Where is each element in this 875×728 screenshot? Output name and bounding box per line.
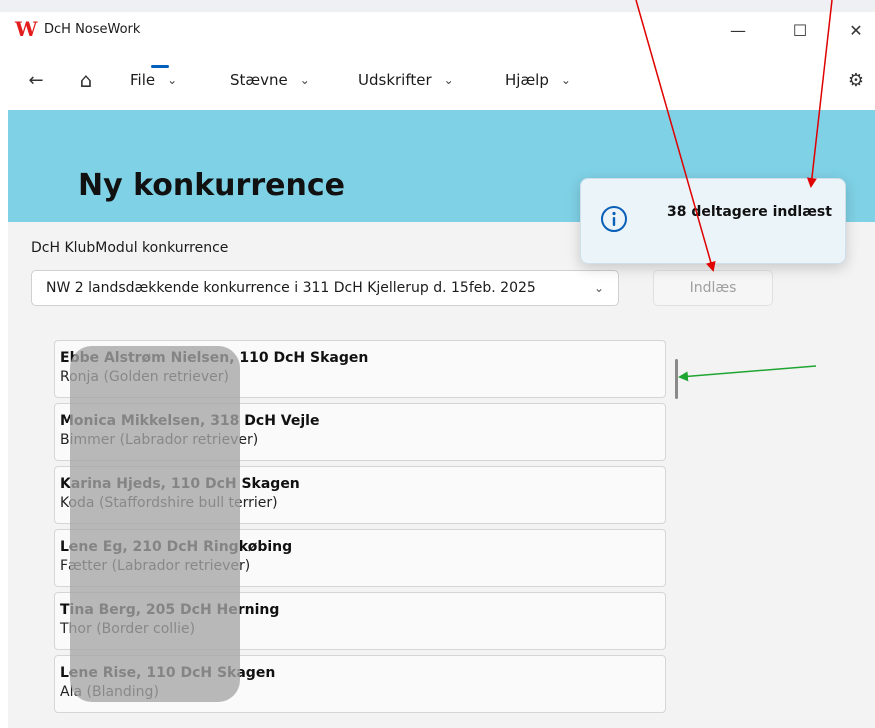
app-logo: W xyxy=(15,17,38,41)
competition-select[interactable]: NW 2 landsdækkende konkurrence i 311 DcH… xyxy=(31,270,619,306)
minimize-icon: — xyxy=(730,20,746,40)
menu-staevne[interactable]: Stævne ⌄ xyxy=(230,66,310,94)
load-button[interactable]: Indlæs xyxy=(653,270,773,306)
back-arrow-icon: ← xyxy=(28,69,44,91)
chevron-down-icon: ⌄ xyxy=(593,281,604,295)
chevron-down-icon: ⌄ xyxy=(167,73,178,87)
grey-overlay xyxy=(70,346,240,702)
info-icon xyxy=(601,206,627,232)
title-bar: W DcH NoseWork — ☐ ✕ xyxy=(8,12,875,48)
toast-message: 38 deltagere indlæst xyxy=(667,204,832,220)
app-window: W DcH NoseWork — ☐ ✕ ← ⌂ File ⌄ Stævne ⌄… xyxy=(8,12,875,728)
maximize-icon: ☐ xyxy=(792,20,808,40)
settings-button[interactable]: ⚙ xyxy=(842,66,870,94)
minimize-button[interactable]: — xyxy=(715,12,761,48)
home-icon: ⌂ xyxy=(79,68,93,92)
maximize-button[interactable]: ☐ xyxy=(777,12,823,48)
menu-udskrifter[interactable]: Udskrifter ⌄ xyxy=(358,66,454,94)
menu-file[interactable]: File ⌄ xyxy=(130,66,177,94)
gear-icon: ⚙ xyxy=(847,69,865,91)
competition-select-value: NW 2 landsdækkende konkurrence i 311 DcH… xyxy=(46,280,536,296)
app-title: DcH NoseWork xyxy=(44,22,141,37)
menu-udskrifter-label: Udskrifter xyxy=(358,71,432,89)
klubmodul-label: DcH KlubModul konkurrence xyxy=(31,240,229,256)
info-toast: 38 deltagere indlæst xyxy=(580,178,846,264)
close-button[interactable]: ✕ xyxy=(833,12,875,48)
menu-file-label: File xyxy=(130,71,156,89)
menu-staevne-label: Stævne xyxy=(230,71,288,89)
chevron-down-icon: ⌄ xyxy=(299,73,310,87)
list-scrollbar[interactable] xyxy=(675,359,678,399)
close-icon: ✕ xyxy=(849,20,863,40)
menu-hjaelp[interactable]: Hjælp ⌄ xyxy=(505,66,571,94)
menu-hjaelp-label: Hjælp xyxy=(505,71,549,89)
nav-bar: ← ⌂ File ⌄ Stævne ⌄ Udskrifter ⌄ Hjælp ⌄… xyxy=(8,48,875,111)
home-button[interactable]: ⌂ xyxy=(72,66,100,94)
back-button[interactable]: ← xyxy=(22,66,50,94)
active-menu-indicator xyxy=(151,65,169,68)
page-title: Ny konkurrence xyxy=(78,168,345,203)
chevron-down-icon: ⌄ xyxy=(443,73,454,87)
chevron-down-icon: ⌄ xyxy=(560,73,571,87)
